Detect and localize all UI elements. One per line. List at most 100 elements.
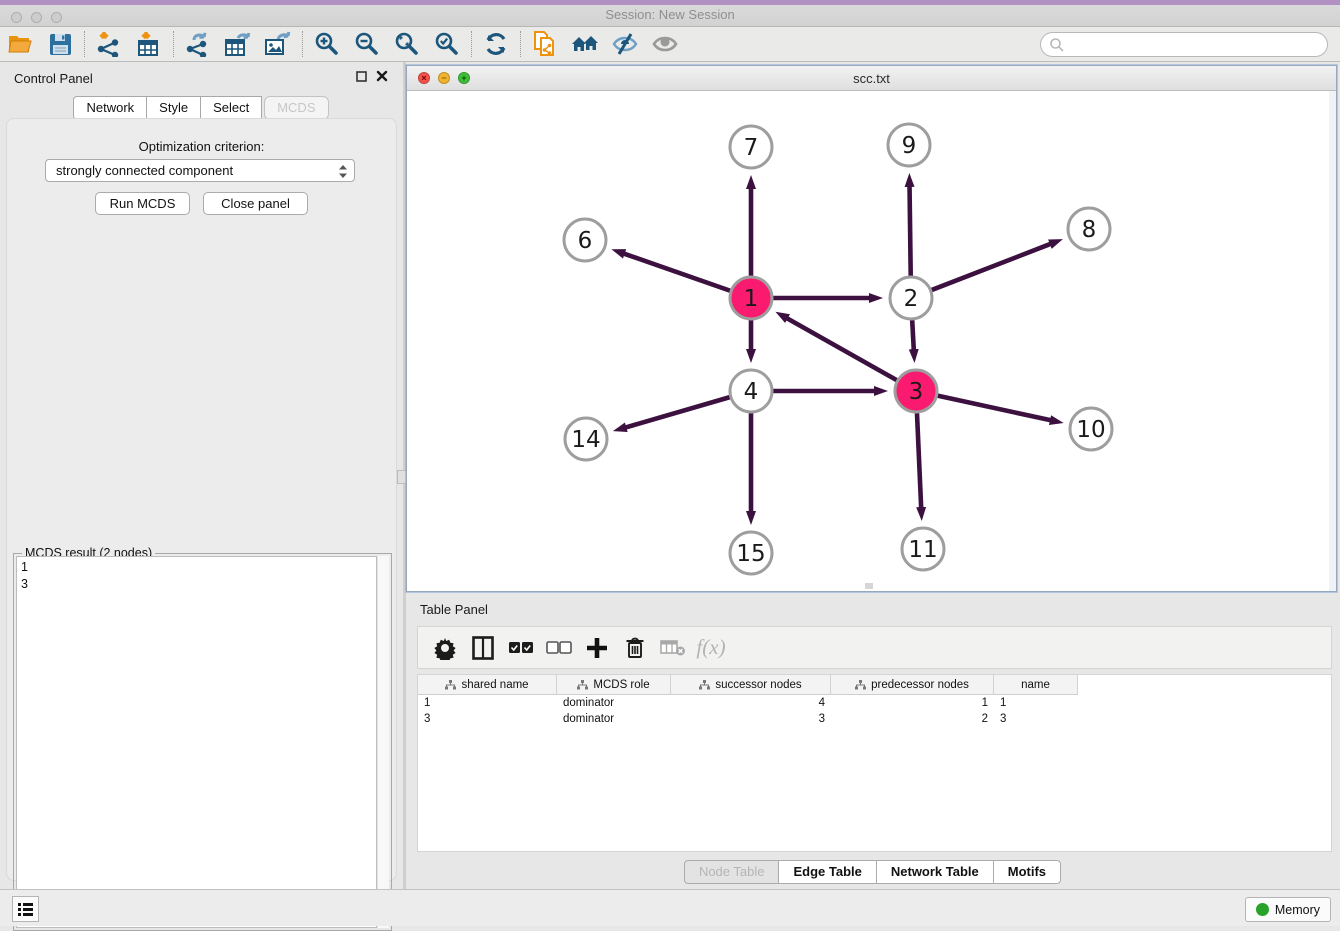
node-label-15: 15 xyxy=(736,541,765,567)
column-header-shared-name[interactable]: shared name xyxy=(418,675,557,695)
cell-mcds-role[interactable]: dominator xyxy=(557,713,671,725)
cell-successor-nodes[interactable]: 4 xyxy=(671,697,831,709)
tab-mcds[interactable]: MCDS xyxy=(264,96,328,120)
open-session-icon[interactable] xyxy=(0,29,40,59)
main-toolbar xyxy=(0,27,1340,62)
mcds-result-group: MCDS result (2 nodes) 1 3 xyxy=(13,553,392,931)
toolbar-separator xyxy=(173,31,174,57)
task-history-button[interactable] xyxy=(12,896,39,922)
search-input[interactable] xyxy=(1040,32,1328,57)
cell-predecessor-nodes[interactable]: 2 xyxy=(831,713,994,725)
network-resize-grip[interactable] xyxy=(865,583,873,589)
zoom-in-icon[interactable] xyxy=(307,29,347,59)
window-titlebar: Session: New Session xyxy=(0,0,1340,27)
node-label-3: 3 xyxy=(909,379,924,405)
cell-shared-name[interactable]: 3 xyxy=(418,713,557,725)
tab-style[interactable]: Style xyxy=(146,96,201,120)
node-label-8: 8 xyxy=(1082,217,1097,243)
mcds-result-text[interactable]: 1 3 xyxy=(16,556,377,928)
export-image-icon[interactable] xyxy=(258,29,298,59)
table-tabs-bar: Node Table Edge Table Network Table Moti… xyxy=(406,858,1340,886)
delete-column-icon[interactable] xyxy=(616,631,654,665)
clone-network-icon[interactable] xyxy=(525,29,565,59)
table-toolbar: f(x) xyxy=(417,626,1332,669)
edge-2-9[interactable] xyxy=(910,186,911,276)
column-type-icon xyxy=(699,680,710,690)
edge-1-6[interactable] xyxy=(624,254,731,291)
delete-table-icon xyxy=(654,631,692,665)
column-header-predecessor-nodes[interactable]: predecessor nodes xyxy=(831,675,994,695)
tab-network[interactable]: Network xyxy=(73,96,147,120)
save-session-icon[interactable] xyxy=(40,29,80,59)
toolbar-separator xyxy=(520,31,521,57)
export-network-icon[interactable] xyxy=(178,29,218,59)
edge-2-3[interactable] xyxy=(912,320,914,350)
control-panel-tabs: Network Style Select MCDS xyxy=(0,96,403,120)
add-column-icon[interactable] xyxy=(578,631,616,665)
node-label-2: 2 xyxy=(904,286,919,312)
edge-3-1[interactable] xyxy=(787,318,897,380)
cell-mcds-role[interactable]: dominator xyxy=(557,697,671,709)
network-window-titlebar[interactable]: × − + scc.txt xyxy=(407,66,1336,91)
deselect-all-rows-icon[interactable] xyxy=(540,631,578,665)
network-vertical-scrollbar[interactable] xyxy=(1329,91,1336,591)
column-header-name[interactable]: name xyxy=(994,675,1078,695)
zoom-selected-icon[interactable] xyxy=(427,29,467,59)
tab-motifs[interactable]: Motifs xyxy=(993,860,1061,884)
edge-3-11[interactable] xyxy=(917,413,921,508)
window-accent-strip xyxy=(0,0,1340,5)
cell-predecessor-nodes[interactable]: 1 xyxy=(831,697,994,709)
control-panel-header: Control Panel xyxy=(0,62,403,94)
close-panel-icon[interactable] xyxy=(376,70,388,82)
edge-3-10[interactable] xyxy=(937,396,1050,421)
cell-shared-name[interactable]: 1 xyxy=(418,697,557,709)
column-settings-icon[interactable] xyxy=(426,631,464,665)
column-header-successor-nodes[interactable]: successor nodes xyxy=(671,675,831,695)
show-graphics-details-icon[interactable] xyxy=(645,29,685,59)
memory-button[interactable]: Memory xyxy=(1245,897,1331,922)
column-header-mcds-role[interactable]: MCDS role xyxy=(557,675,671,695)
run-mcds-button[interactable]: Run MCDS xyxy=(95,192,190,215)
zoom-fit-icon[interactable] xyxy=(387,29,427,59)
node-label-9: 9 xyxy=(902,133,917,159)
tab-network-table[interactable]: Network Table xyxy=(876,860,994,884)
table-row[interactable]: 1 dominator 4 1 1 xyxy=(418,695,1331,711)
session-title: Session: New Session xyxy=(0,7,1340,22)
float-panel-icon[interactable] xyxy=(356,71,367,82)
search-icon xyxy=(1049,37,1065,53)
close-panel-button[interactable]: Close panel xyxy=(203,192,308,215)
control-panel-title: Control Panel xyxy=(14,71,93,86)
result-scrollbar[interactable] xyxy=(377,556,389,928)
column-type-icon xyxy=(577,680,588,690)
control-panel: Control Panel Network Style Select MCDS … xyxy=(0,62,403,889)
criterion-select[interactable]: strongly connected component xyxy=(45,159,355,182)
apply-layout-icon[interactable] xyxy=(476,29,516,59)
edge-2-8[interactable] xyxy=(932,244,1051,290)
select-stepper-icon xyxy=(336,163,350,180)
node-label-11: 11 xyxy=(908,537,937,563)
cybrowser-home-icon[interactable] xyxy=(565,29,605,59)
node-label-7: 7 xyxy=(744,135,759,161)
cell-successor-nodes[interactable]: 3 xyxy=(671,713,831,725)
column-view-icon[interactable] xyxy=(464,631,502,665)
cell-name[interactable]: 3 xyxy=(994,713,1078,725)
tab-node-table[interactable]: Node Table xyxy=(684,860,780,884)
mcds-panel-body: Optimization criterion: strongly connect… xyxy=(6,118,397,881)
tab-select[interactable]: Select xyxy=(200,96,262,120)
import-table-icon[interactable] xyxy=(129,29,169,59)
import-network-icon[interactable] xyxy=(89,29,129,59)
network-canvas-svg[interactable]: 7968124314101511 xyxy=(407,91,1336,591)
status-bar: Memory xyxy=(0,889,1340,926)
hide-graphics-details-icon[interactable] xyxy=(605,29,645,59)
node-table[interactable]: shared name MCDS role successor nodes pr… xyxy=(417,674,1332,852)
export-table-icon[interactable] xyxy=(218,29,258,59)
edge-4-14[interactable] xyxy=(625,397,730,427)
memory-status-icon xyxy=(1256,903,1269,916)
criterion-selected-value: strongly connected component xyxy=(56,163,233,178)
toolbar-separator xyxy=(471,31,472,57)
table-row[interactable]: 3 dominator 3 2 3 xyxy=(418,711,1331,727)
select-all-rows-icon[interactable] xyxy=(502,631,540,665)
zoom-out-icon[interactable] xyxy=(347,29,387,59)
tab-edge-table[interactable]: Edge Table xyxy=(778,860,876,884)
cell-name[interactable]: 1 xyxy=(994,697,1078,709)
